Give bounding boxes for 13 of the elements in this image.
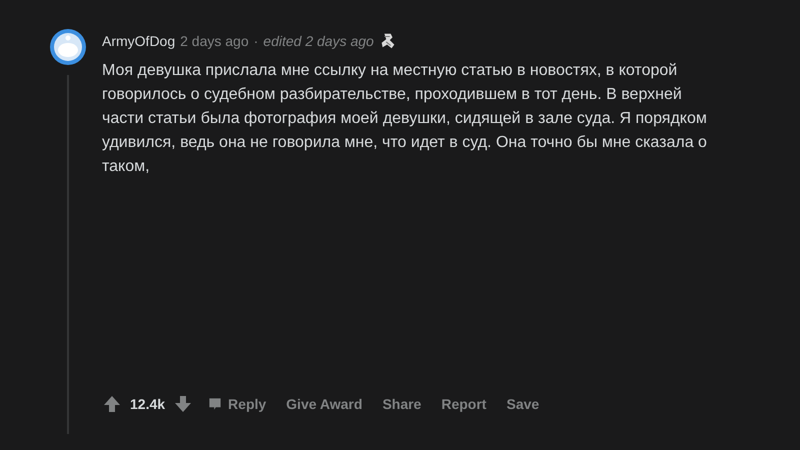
timestamp: 2 days ago: [180, 33, 249, 49]
avatar-icon[interactable]: [50, 29, 86, 65]
reply-button[interactable]: Reply: [199, 392, 274, 416]
comment-icon: [207, 396, 224, 412]
username-link[interactable]: ArmyOfDog: [102, 33, 176, 49]
separator: ·: [254, 33, 258, 49]
comment-text: Моя девушка прислала мне ссылку на местную статью в новостях, в которой говорилось о судебном разбирательстве, проходившем в тот день. В верхней части статьи была фотография моей девушки, сидящей в зале суда. Я порядком удивился, ведь она не говорила мне, что идет в суд. Она точно бы мне сказала о таком,: [102, 61, 708, 177]
edited-label: edited 2 days ago: [263, 33, 374, 49]
action-button[interactable]: Share: [374, 392, 430, 416]
action-button[interactable]: Give Award: [278, 392, 370, 416]
action-button[interactable]: Save: [498, 392, 548, 416]
vote-count: 12.4k: [130, 396, 166, 412]
action-button[interactable]: Report: [433, 392, 494, 416]
